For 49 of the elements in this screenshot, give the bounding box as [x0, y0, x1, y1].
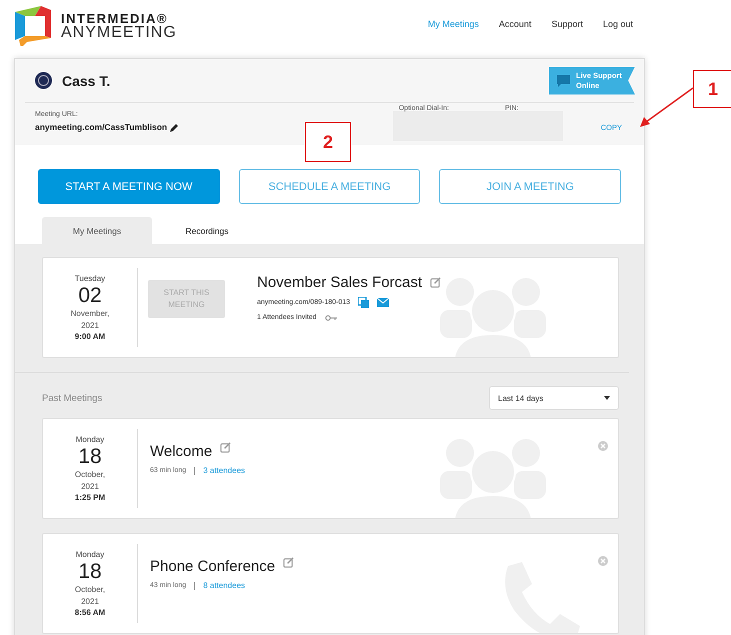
- meeting-year: 2021: [81, 481, 99, 494]
- logo-brand: INTERMEDIA®: [61, 12, 169, 24]
- meeting-weekday: Monday: [76, 550, 104, 559]
- meeting-time: 9:00 AM: [74, 332, 106, 342]
- edit-icon[interactable]: [220, 442, 232, 453]
- meeting-title: Welcome: [150, 443, 212, 460]
- chat-icon: [557, 74, 570, 86]
- edit-icon[interactable]: [283, 557, 294, 568]
- pencil-icon[interactable]: [170, 122, 180, 132]
- edit-icon[interactable]: [430, 277, 442, 288]
- meeting-weekday: Monday: [76, 434, 104, 444]
- copy-icon[interactable]: [358, 297, 370, 308]
- meeting-year: 2021: [81, 320, 99, 332]
- action-button[interactable]: START A MEETING NOW: [38, 169, 220, 204]
- caret-icon: [604, 396, 610, 400]
- date-range-select[interactable]: Last 14 days: [489, 386, 619, 410]
- meeting-day: 18: [78, 558, 102, 584]
- meeting-day: 02: [78, 282, 102, 308]
- meeting-title: November Sales Forcast: [257, 274, 422, 291]
- meeting-weekday: Tuesday: [74, 274, 106, 283]
- meeting-title: Phone Conference: [150, 558, 276, 575]
- action-button[interactable]: JOIN A MEETING: [439, 169, 622, 204]
- nav-link[interactable]: Log out: [602, 19, 633, 29]
- meeting-year: 2021: [81, 596, 99, 608]
- nav-link[interactable]: Support: [551, 19, 583, 29]
- attendees-link[interactable]: 8 attendees: [203, 581, 246, 590]
- tab[interactable]: My Meetings: [42, 217, 152, 244]
- attendees-link[interactable]: 3 attendees: [203, 466, 246, 475]
- logo-product: ANYMEETING: [61, 24, 177, 40]
- nav-link[interactable]: Account: [498, 19, 532, 29]
- close-icon[interactable]: [598, 556, 608, 566]
- close-icon[interactable]: [598, 441, 608, 451]
- nav-link[interactable]: My Meetings: [428, 19, 479, 29]
- meeting-month: October,: [74, 469, 106, 482]
- avatar-icon: [35, 72, 52, 89]
- meeting-url: anymeeting.com/CassTumblison: [35, 122, 168, 132]
- meeting-time: 1:25 PM: [74, 493, 106, 502]
- mail-icon[interactable]: [377, 298, 390, 307]
- callout-label: 2: [305, 122, 351, 162]
- callout-arrow: [638, 87, 694, 129]
- meeting-month: November,: [70, 308, 110, 320]
- meeting-month: October,: [74, 584, 106, 596]
- action-button[interactable]: SCHEDULE A MEETING: [238, 169, 420, 204]
- user-name: Cass T.: [62, 72, 110, 88]
- key-icon[interactable]: [324, 314, 337, 320]
- section-heading: Past Meetings: [42, 392, 102, 404]
- meeting-time: 8:56 AM: [74, 608, 106, 618]
- callout-label: 1: [693, 70, 731, 108]
- meeting-day: 18: [78, 444, 102, 470]
